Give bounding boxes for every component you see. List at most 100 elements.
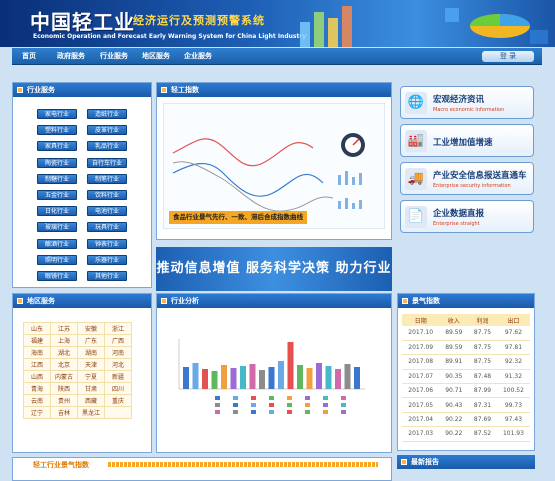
legend-swatch <box>233 403 238 407</box>
region-item[interactable]: 海南 <box>23 346 51 359</box>
quick-link-button[interactable]: 📄 企业数据直报 Enterprise straight <box>400 200 534 233</box>
nav-industry[interactable]: 行业服务 <box>100 51 128 61</box>
industry-item[interactable]: 家具行业 <box>37 141 77 152</box>
region-item[interactable]: 新疆 <box>104 370 132 383</box>
industry-item[interactable]: 其他行业 <box>87 271 127 281</box>
table-row[interactable]: 2017.06 90.71 87.99 100.52 <box>402 383 530 399</box>
table-row[interactable]: 2017.10 89.59 87.75 97.62 <box>402 326 530 341</box>
bar <box>344 364 351 389</box>
document-icon: 📄 <box>405 206 427 228</box>
legend-swatch <box>341 403 346 407</box>
region-item[interactable]: 江西 <box>23 358 51 371</box>
industry-item[interactable]: 造纸行业 <box>87 109 127 119</box>
nav-home[interactable]: 首页 <box>22 51 36 61</box>
region-item[interactable]: 湖北 <box>50 346 78 359</box>
industry-item[interactable]: 照明行业 <box>37 254 77 265</box>
industry-item[interactable]: 日化行业 <box>37 206 77 217</box>
industry-item[interactable]: 陶瓷行业 <box>37 157 77 168</box>
region-item[interactable]: 安徽 <box>77 322 105 335</box>
industry-item[interactable]: 电池行业 <box>87 206 127 217</box>
region-item[interactable]: 浙江 <box>104 322 132 335</box>
table-row[interactable]: 2017.08 89.91 87.75 92.32 <box>402 354 530 370</box>
table-cell: 90.35 <box>439 369 469 385</box>
index-panel-header: 轻工指数 <box>157 83 391 97</box>
industry-item[interactable]: 乐器行业 <box>87 254 127 265</box>
nav-enterprise[interactable]: 企业服务 <box>184 51 212 61</box>
table-row[interactable]: 2017.07 90.35 87.48 91.32 <box>402 369 530 385</box>
region-item[interactable]: 吉林 <box>50 406 78 419</box>
industry-item[interactable]: 皮革行业 <box>87 125 127 136</box>
region-item[interactable]: 甘肃 <box>77 382 105 395</box>
region-item[interactable]: 青海 <box>23 382 51 395</box>
industry-item[interactable]: 玩具行业 <box>87 222 127 233</box>
industry-item[interactable]: 玻璃行业 <box>37 222 77 233</box>
nav-government[interactable]: 政府服务 <box>57 51 85 61</box>
region-item[interactable]: 湖南 <box>77 346 105 359</box>
region-item[interactable]: 福建 <box>23 334 51 347</box>
login-button[interactable]: 登 录 <box>482 51 534 62</box>
region-item[interactable]: 黑龙江 <box>77 406 105 419</box>
region-item[interactable]: 贵州 <box>50 394 78 407</box>
quick-link-button[interactable]: 🏭 工业增加值增速 <box>400 124 534 157</box>
bar <box>192 363 199 389</box>
industry-item[interactable]: 酿酒行业 <box>37 238 77 249</box>
jingqi-panel-header: 景气指数 <box>398 294 534 308</box>
square-icon <box>17 87 23 93</box>
table-cell: 99.73 <box>496 397 530 413</box>
region-item[interactable]: 上海 <box>50 334 78 347</box>
region-item[interactable]: 江苏 <box>50 322 78 335</box>
industry-item[interactable]: 钟表行业 <box>87 238 127 249</box>
table-row[interactable]: 2017.09 89.59 87.75 97.81 <box>402 340 530 356</box>
column-header: 收入 <box>439 314 469 326</box>
region-item[interactable]: 宁夏 <box>77 370 105 383</box>
region-item[interactable]: 云南 <box>23 394 51 407</box>
industry-item[interactable]: 家电行业 <box>37 109 77 119</box>
legend-swatch <box>305 396 310 400</box>
region-item[interactable]: 四川 <box>104 382 132 395</box>
table-row[interactable]: 2017.04 90.22 87.69 97.43 <box>402 412 530 428</box>
quick-link-button[interactable]: 🌐 宏观经济资讯 Macro economic information <box>400 86 534 119</box>
table-cell: 101.93 <box>496 426 530 442</box>
region-item[interactable]: 辽宁 <box>23 406 51 419</box>
table-row[interactable]: 2017.05 90.43 87.31 99.73 <box>402 397 530 413</box>
site-logo[interactable]: 中国轻工业 <box>30 6 135 35</box>
table-row[interactable]: 2017.03 90.22 87.52 101.93 <box>402 426 530 442</box>
industry-item[interactable]: 饮料行业 <box>87 190 127 200</box>
region-item[interactable]: 山东 <box>23 322 51 335</box>
bar <box>287 342 294 389</box>
table-cell: 90.22 <box>439 412 469 428</box>
legend-swatch <box>323 396 328 400</box>
nav-region[interactable]: 地区服务 <box>142 51 170 61</box>
table-cell: 89.59 <box>439 326 469 341</box>
industry-item[interactable]: 制糖行业 <box>37 173 77 184</box>
analysis-chart[interactable] <box>165 334 385 444</box>
header-banner: 中国轻工业 经济运行及预测预警系统 Economic Operation and… <box>0 0 555 47</box>
industry-item[interactable]: 眼镜行业 <box>37 271 77 281</box>
index-panel: 轻工指数 食品行业景气先行、一致、滞后合成指数曲线 <box>156 82 392 240</box>
table-cell: 2017.10 <box>402 326 440 341</box>
region-item[interactable]: 河南 <box>104 346 132 359</box>
industry-item[interactable]: 制笔行业 <box>87 173 127 184</box>
industry-item[interactable]: 塑料行业 <box>37 125 77 136</box>
bar <box>278 361 284 389</box>
region-item[interactable]: 广东 <box>77 334 105 347</box>
region-item[interactable]: 河北 <box>104 358 132 371</box>
region-item[interactable]: 内蒙古 <box>50 370 78 383</box>
region-item[interactable]: 北京 <box>50 358 78 371</box>
slogan-banner[interactable]: 推动信息增值 服务科学决策 助力行业发展 <box>156 247 392 320</box>
region-item[interactable]: 重庆 <box>104 394 132 407</box>
table-cell: 92.32 <box>496 354 530 370</box>
latest-report-header[interactable]: 最新报告 <box>397 455 535 469</box>
region-item[interactable]: 西藏 <box>77 394 105 407</box>
region-item[interactable]: 山西 <box>23 370 51 383</box>
region-item[interactable]: 广西 <box>104 334 132 347</box>
quick-link-button[interactable]: 🚚 产业安全信息报送直通车 Enterprise security informat… <box>400 162 534 195</box>
region-item[interactable]: 陕西 <box>50 382 78 395</box>
industry-item[interactable]: 自行车行业 <box>87 157 127 168</box>
table-cell: 87.69 <box>468 412 497 428</box>
table-cell: 2017.09 <box>402 340 440 356</box>
industry-item[interactable]: 乳品行业 <box>87 141 127 152</box>
region-item[interactable]: 天津 <box>77 358 105 371</box>
region-item <box>104 406 132 419</box>
industry-item[interactable]: 五金行业 <box>37 190 77 200</box>
